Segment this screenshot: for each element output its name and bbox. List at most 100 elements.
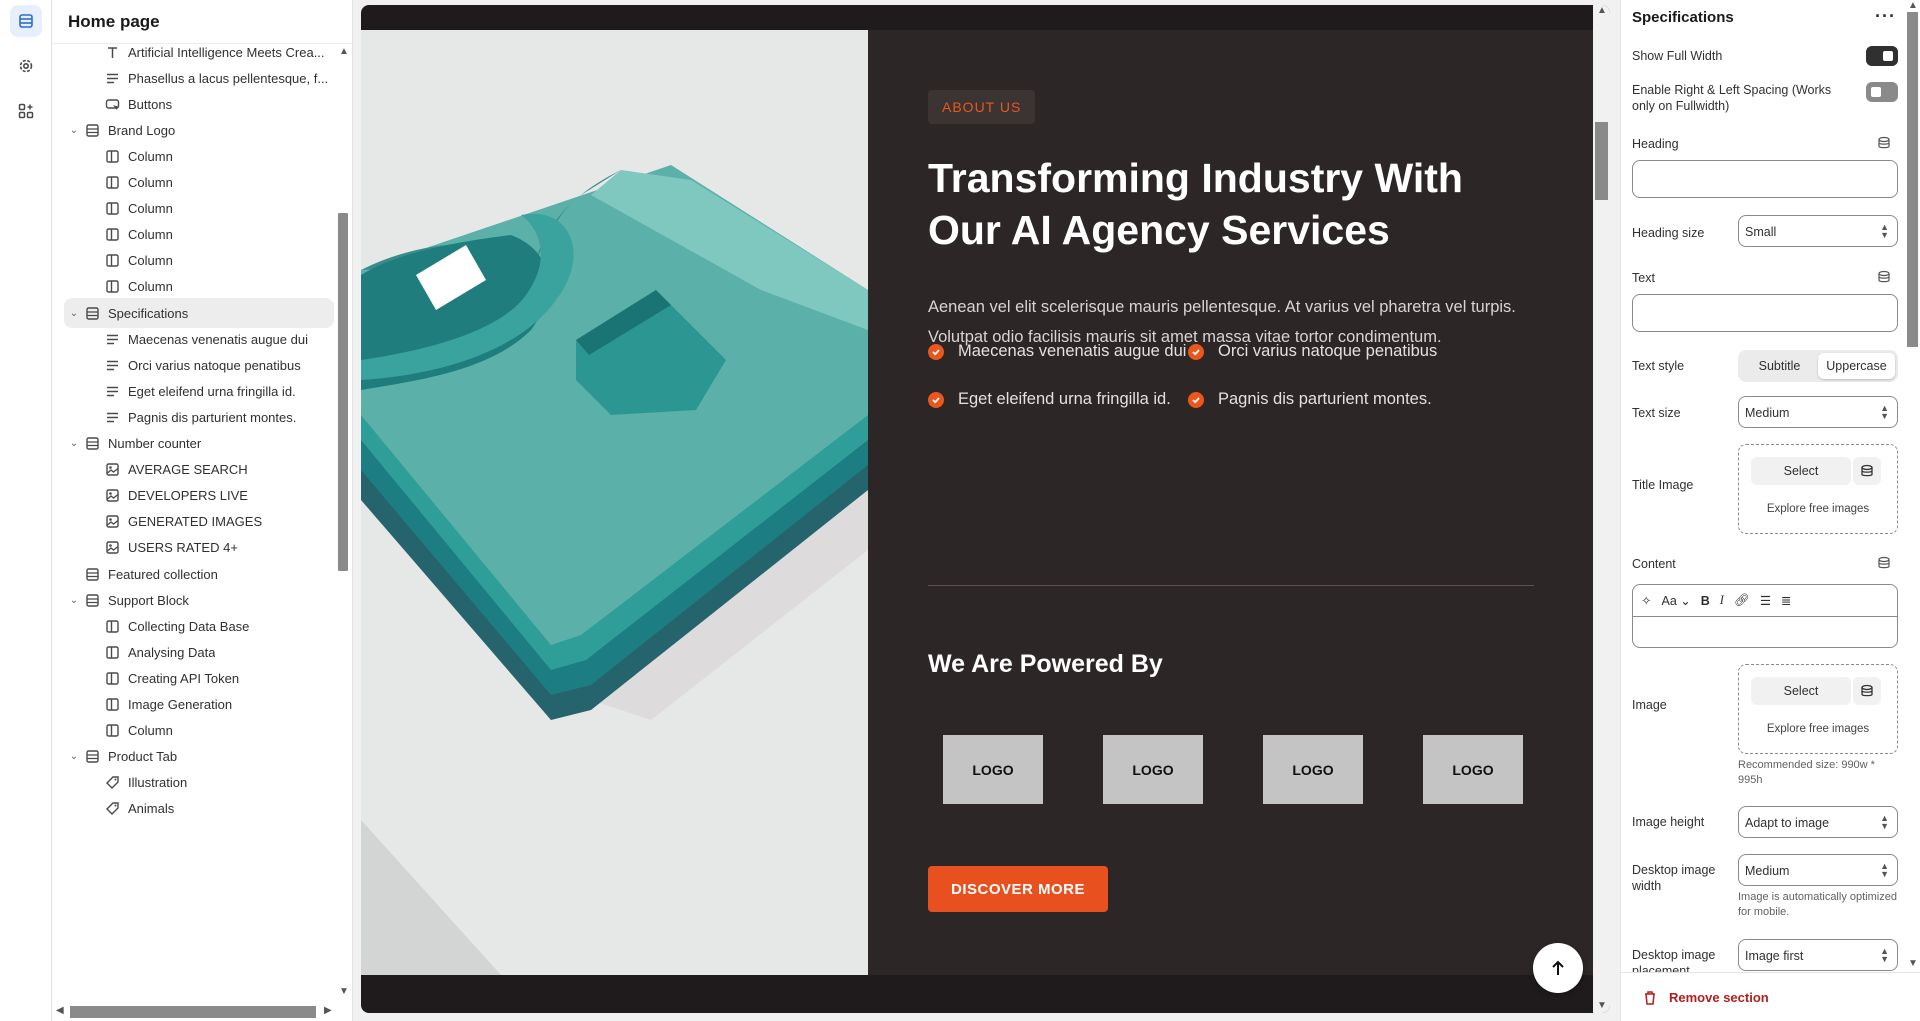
dynamic-source-icon[interactable] (1853, 677, 1881, 705)
dynamic-source-icon[interactable] (1853, 457, 1881, 485)
back-to-top-button[interactable] (1533, 943, 1583, 993)
scroll-down-arrow-icon[interactable]: ▼ (339, 986, 349, 997)
sidebar-scroll-thumb[interactable] (338, 213, 348, 571)
sidebar-item-label: Pagnis dis parturient montes. (128, 409, 297, 425)
text-size-value: Medium (1745, 406, 1790, 420)
section-icon (84, 592, 100, 608)
sidebar-item[interactable]: Pagnis dis parturient montes. (64, 402, 334, 432)
text-format-icon[interactable]: Aa ⌄ (1661, 593, 1690, 608)
link-icon[interactable]: 🔗︎ (1734, 593, 1750, 608)
dynamic-source-icon[interactable] (1877, 556, 1891, 570)
title-image-select-button[interactable]: Select (1751, 457, 1851, 485)
text-style-label: Text style (1632, 359, 1685, 373)
chevron-down-icon[interactable]: ⌄ (64, 434, 84, 454)
sidebar-item[interactable]: Animals (64, 794, 334, 824)
sections-sidebar: Home page Artificial Intelligence Meets … (52, 0, 353, 1021)
tag-icon (104, 801, 120, 817)
bold-icon[interactable]: B (1701, 594, 1710, 608)
chevron-down-icon[interactable]: ⌄ (64, 120, 84, 140)
italic-icon[interactable]: I (1720, 593, 1724, 608)
tag-icon (104, 775, 120, 791)
panel-scroll-thumb[interactable] (1907, 12, 1918, 347)
spacer[interactable] (64, 564, 84, 584)
image-picker: Select Explore free images (1738, 664, 1898, 754)
bullet-list-icon[interactable]: ☰ (1760, 593, 1771, 608)
heading-label: Heading (1632, 137, 1679, 151)
sidebar-item[interactable]: Column (64, 141, 334, 171)
dynamic-source-icon[interactable] (1877, 270, 1891, 284)
preview-scrollbar[interactable]: ▲ ▼ (1593, 5, 1610, 1013)
hero-heading: Transforming Industry With Our AI Agency… (928, 155, 1463, 253)
paragraph-icon (104, 409, 120, 425)
magic-wand-icon[interactable]: ✧ (1641, 593, 1651, 608)
dynamic-source-icon[interactable] (1877, 136, 1891, 150)
sidebar-item-label: Column (128, 227, 173, 243)
feature-item: Maecenas venenatis augue dui (928, 342, 1186, 361)
sidebar-hscroll-thumb[interactable] (70, 1006, 316, 1018)
section-content: ABOUT US Transforming Industry With Our … (868, 30, 1593, 975)
text-size-label: Text size (1632, 406, 1681, 420)
discover-more-button[interactable]: DISCOVER MORE (928, 866, 1108, 912)
settings-gear-icon[interactable] (10, 50, 42, 82)
scroll-left-arrow-icon[interactable]: ◀ (56, 1005, 64, 1016)
chevron-down-icon[interactable]: ⌄ (64, 747, 84, 767)
text-style-uppercase[interactable]: Uppercase (1818, 353, 1895, 379)
sidebar-horizontal-scrollbar[interactable]: ◀ ▶ (52, 1003, 336, 1019)
scroll-up-arrow-icon[interactable]: ▲ (339, 46, 349, 57)
placement-select[interactable]: Image first ▲ ▼ (1738, 939, 1898, 971)
powered-by-heading: We Are Powered By (928, 650, 1163, 678)
sidebar-item[interactable]: Creating API Token (64, 663, 334, 693)
scroll-right-arrow-icon[interactable]: ▶ (324, 1005, 332, 1016)
sidebar-item-label: GENERATED IMAGES (128, 514, 263, 530)
text-style-subtitle[interactable]: Subtitle (1741, 353, 1818, 379)
image-icon (104, 488, 120, 504)
desktop-width-select[interactable]: Medium ▲ ▼ (1738, 854, 1898, 886)
heading-size-select[interactable]: Small ▲ ▼ (1738, 215, 1898, 247)
sections-icon[interactable] (10, 5, 42, 37)
panel-scrollbar[interactable]: ▲ ▼ (1904, 0, 1920, 972)
heading-input[interactable] (1632, 160, 1898, 198)
numbered-list-icon[interactable]: ≣ (1781, 593, 1791, 608)
image-select-button[interactable]: Select (1751, 677, 1851, 705)
chevron-down-icon[interactable]: ⌄ (64, 590, 84, 610)
preview-scroll-thumb[interactable] (1595, 122, 1608, 200)
desktop-width-label: Desktop image width (1632, 863, 1716, 893)
scroll-up-arrow-icon[interactable]: ▲ (1908, 0, 1918, 11)
explore-free-images-link[interactable]: Explore free images (1739, 723, 1897, 735)
check-icon (928, 391, 944, 408)
image-height-select[interactable]: Adapt to image ▲ ▼ (1738, 806, 1898, 838)
show-full-width-toggle[interactable] (1866, 46, 1898, 66)
content-editor-area[interactable] (1633, 617, 1897, 647)
column-icon (104, 644, 120, 660)
chevron-down-icon[interactable]: ⌄ (64, 303, 84, 323)
sidebar-item-label: Column (128, 253, 173, 269)
text-label: Text (1632, 271, 1655, 285)
scroll-down-arrow-icon[interactable]: ▼ (1597, 1000, 1607, 1011)
content-rich-text-editor: ✧ Aa ⌄ B I 🔗︎ ☰ ≣ (1632, 584, 1898, 648)
more-options-icon[interactable]: ··· (1875, 6, 1896, 27)
sidebar-scrollbar[interactable]: ▲ ▼ (335, 46, 351, 1001)
check-icon (1188, 391, 1204, 408)
explore-free-images-link[interactable]: Explore free images (1739, 503, 1897, 515)
check-icon (928, 343, 944, 360)
scroll-up-arrow-icon[interactable]: ▲ (1597, 5, 1607, 16)
sidebar-item-label: USERS RATED 4+ (128, 540, 238, 556)
spacing-toggle[interactable] (1866, 82, 1898, 102)
sidebar-item-label: DEVELOPERS LIVE (128, 488, 248, 504)
text-size-select[interactable]: Medium ▲ ▼ (1738, 396, 1898, 428)
icon-rail (0, 0, 52, 1021)
apps-icon[interactable] (10, 95, 42, 127)
remove-section-button[interactable]: Remove section (1621, 972, 1920, 1021)
scroll-down-arrow-icon[interactable]: ▼ (1908, 958, 1918, 969)
specifications-section[interactable]: ABOUT US Transforming Industry With Our … (361, 30, 1593, 975)
section-icon (84, 305, 100, 321)
text-input[interactable] (1632, 294, 1898, 332)
sidebar-item-label: AVERAGE SEARCH (128, 462, 248, 478)
desktop-width-hint: Image is automatically optimized for mob… (1738, 891, 1897, 918)
image-icon (104, 462, 120, 478)
